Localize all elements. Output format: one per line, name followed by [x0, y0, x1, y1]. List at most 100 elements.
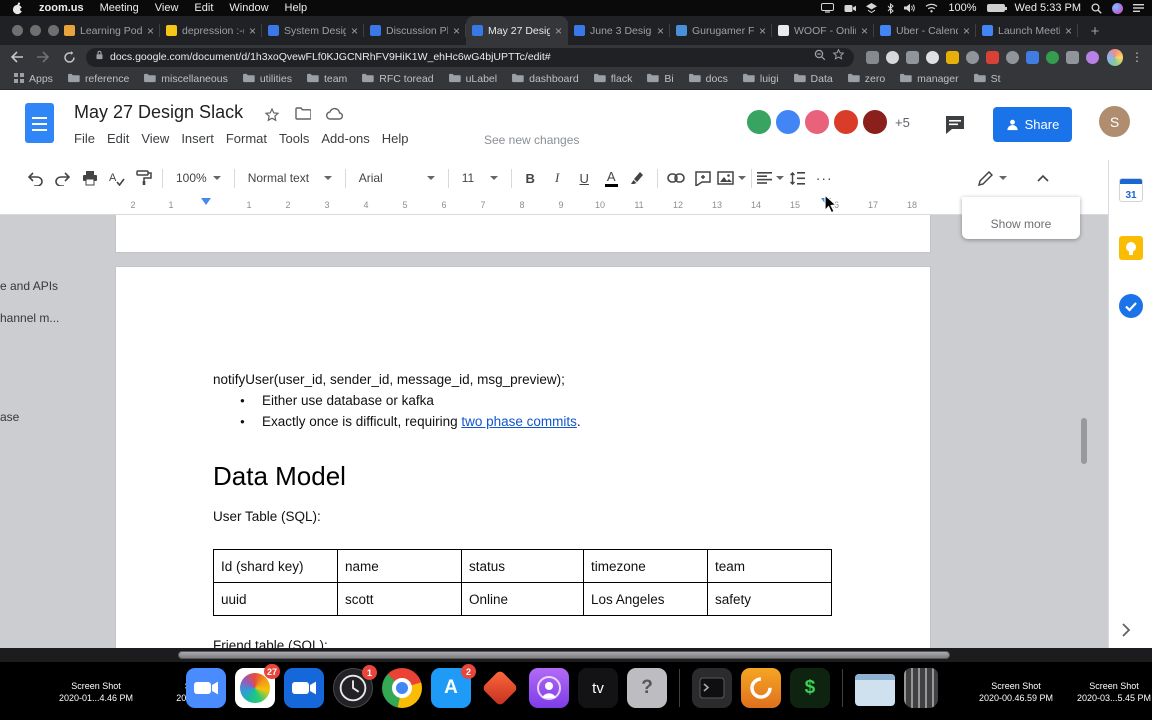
back-button[interactable] [8, 48, 26, 66]
red-diamond-icon[interactable] [480, 668, 520, 708]
tab-close-icon[interactable]: × [555, 25, 562, 37]
collaborator-avatar[interactable] [833, 109, 859, 135]
hide-side-panel-icon[interactable] [1121, 622, 1131, 643]
collaborator-avatar[interactable] [775, 109, 801, 135]
collapse-toolbar-icon[interactable] [1029, 165, 1056, 191]
browser-tab[interactable]: Uber - Calend × [874, 16, 976, 45]
docs-menu-add-ons[interactable]: Add-ons [315, 129, 375, 148]
bookmark-zero[interactable]: zero [841, 73, 891, 86]
menubar-menu-help[interactable]: Help [285, 2, 308, 14]
docs-menu-edit[interactable]: Edit [101, 129, 135, 148]
doc-bullet-item[interactable]: Exactly once is difficult, requiring two… [240, 414, 581, 429]
doc-code-line[interactable]: notifyUser(user_id, sender_id, message_i… [213, 372, 565, 387]
app-store-icon[interactable]: A2 [431, 664, 476, 708]
docs-menu-file[interactable]: File [68, 129, 101, 148]
keep-icon[interactable] [1119, 236, 1143, 260]
table-cell[interactable]: Id (shard key) [213, 549, 338, 583]
apple-menu-icon[interactable] [12, 1, 23, 15]
underline-button[interactable]: U [571, 165, 598, 191]
bookmark-data[interactable]: Data [787, 73, 839, 86]
table-cell[interactable]: safety [707, 582, 832, 616]
add-comment-button[interactable] [690, 165, 717, 191]
extension-icon[interactable] [885, 50, 899, 64]
bookmark-utilities[interactable]: utilities [236, 73, 298, 86]
zoom-page-icon[interactable] [814, 48, 826, 66]
url-text[interactable]: docs.google.com/document/d/1h3xoQvewFLf0… [110, 51, 808, 63]
bookmark-reference[interactable]: reference [61, 73, 135, 86]
docs-menu-tools[interactable]: Tools [273, 129, 315, 148]
table-cell[interactable]: team [707, 549, 832, 583]
browser-tab[interactable]: June 3 Design × [568, 16, 670, 45]
dropbox-icon[interactable] [866, 3, 878, 13]
browser-tab[interactable]: Launch Meetin × [976, 16, 1078, 45]
align-button[interactable] [756, 165, 784, 191]
siri-icon[interactable] [1112, 2, 1123, 14]
outline-item-fragment[interactable]: e and APIs [0, 279, 58, 293]
browser-tab[interactable]: Discussion Pla × [364, 16, 466, 45]
table-cell[interactable]: status [461, 549, 584, 583]
address-bar[interactable]: docs.google.com/document/d/1h3xoQvewFLf0… [86, 47, 854, 67]
tab-close-icon[interactable]: × [249, 25, 256, 37]
extension-icon[interactable] [1065, 50, 1079, 64]
menubar-menu-view[interactable]: View [155, 2, 179, 14]
forward-button[interactable] [34, 48, 52, 66]
more-collaborators[interactable]: +5 [895, 115, 910, 130]
orange-app-icon[interactable] [741, 668, 781, 708]
browser-profile-avatar[interactable] [1106, 48, 1123, 66]
notification-center-icon[interactable] [1133, 3, 1144, 13]
doc-heading[interactable]: Data Model [213, 461, 346, 492]
battery-icon[interactable] [986, 4, 1007, 12]
menubar-menu-edit[interactable]: Edit [194, 2, 213, 14]
apple-tv-icon[interactable]: tv [578, 668, 618, 708]
volume-icon[interactable] [904, 3, 916, 13]
bookmark-bi[interactable]: Bi [640, 73, 679, 86]
extension-icon[interactable] [1085, 50, 1099, 64]
bookmark-manager[interactable]: manager [893, 73, 964, 86]
text-color-button[interactable]: A [598, 165, 625, 191]
horizontal-scrollbar[interactable] [178, 651, 950, 659]
editing-mode-button[interactable] [970, 170, 1015, 186]
menubar-clock[interactable]: Wed 5:33 PM [1015, 2, 1081, 14]
account-avatar[interactable]: S [1099, 106, 1130, 137]
green-terminal-icon[interactable]: $ [790, 668, 830, 708]
paint-format-button[interactable] [130, 165, 157, 191]
trash-icon[interactable] [904, 668, 938, 708]
browser-menu-icon[interactable]: ⋮ [1131, 50, 1144, 64]
browser-tab[interactable]: depression :-(× [160, 16, 262, 45]
tab-close-icon[interactable]: × [453, 25, 460, 37]
tab-close-icon[interactable]: × [147, 25, 154, 37]
docs-menu-view[interactable]: View [135, 129, 175, 148]
bookmark-miscellaneous[interactable]: miscellaneous [137, 73, 234, 86]
line-spacing-button[interactable] [784, 165, 811, 191]
browser-tab[interactable]: WOOF - Onlin × [772, 16, 874, 45]
wifi-icon[interactable] [925, 3, 938, 13]
menubar-menu-meeting[interactable]: Meeting [100, 2, 139, 14]
docs-menu-insert[interactable]: Insert [175, 129, 220, 148]
two-phase-commits-link[interactable]: two phase commits [461, 414, 577, 429]
insert-link-button[interactable] [663, 165, 690, 191]
chrome-icon[interactable] [382, 668, 422, 708]
extension-icon[interactable] [965, 50, 979, 64]
print-button[interactable] [76, 165, 103, 191]
extension-icon[interactable] [1025, 50, 1039, 64]
collaborator-avatar[interactable] [746, 109, 772, 135]
extension-icon[interactable] [1045, 50, 1059, 64]
bookmark-ulabel[interactable]: uLabel [442, 73, 504, 86]
tab-close-icon[interactable]: × [861, 25, 868, 37]
extension-icon[interactable] [945, 50, 959, 64]
comments-icon[interactable] [943, 113, 967, 137]
spotlight-icon[interactable] [1091, 2, 1102, 14]
bookmark-star-icon[interactable] [832, 48, 845, 66]
browser-tab[interactable]: Learning Pod × [58, 16, 160, 45]
bold-button[interactable]: B [517, 165, 544, 191]
doc-table-label[interactable]: User Table (SQL): [213, 509, 321, 524]
undo-button[interactable] [22, 165, 49, 191]
document-canvas[interactable]: e and APIs hannel m... ase notifyUser(user… [0, 215, 1108, 652]
redo-button[interactable] [49, 165, 76, 191]
collaborator-avatar[interactable] [804, 109, 830, 135]
star-icon[interactable] [264, 107, 280, 123]
desktop-file[interactable]: Screen Shot 2020-01...4.46 PM [48, 680, 144, 704]
bookmark-docs[interactable]: docs [682, 73, 734, 86]
calendar-icon[interactable]: 31 [1119, 178, 1143, 202]
video-camera-icon[interactable] [284, 668, 324, 708]
